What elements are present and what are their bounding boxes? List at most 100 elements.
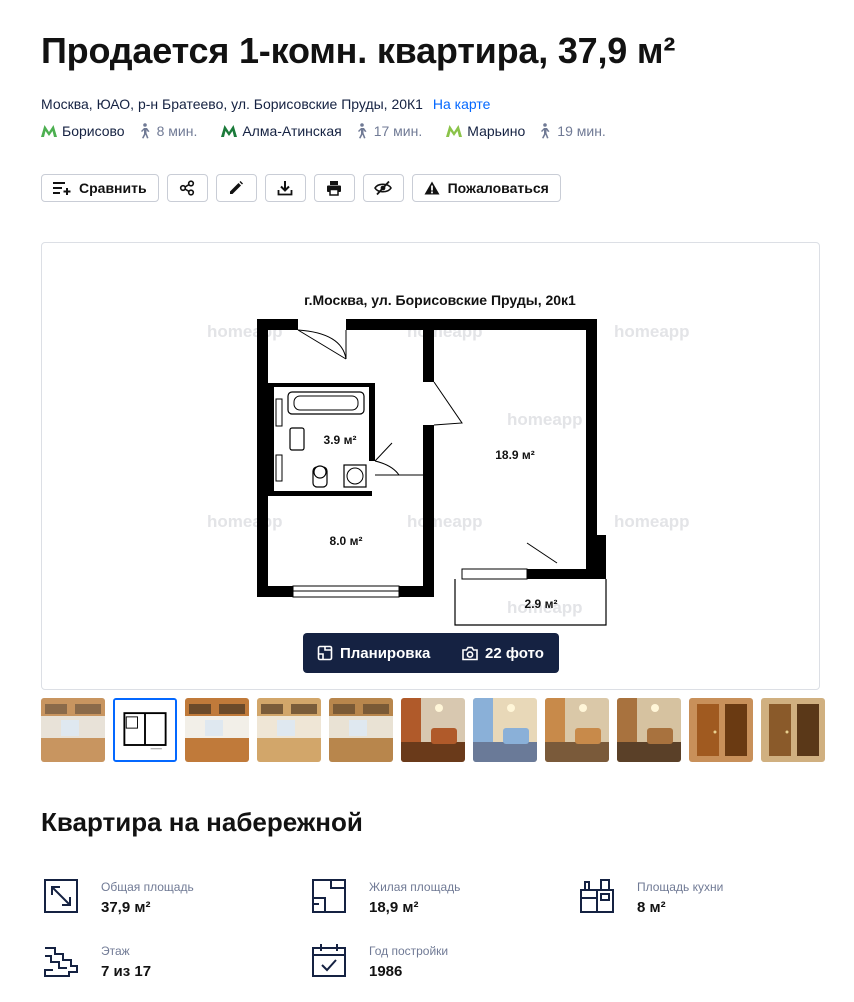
plan-tab-label: Планировка [340,644,431,662]
thumbnail-plan[interactable] [113,698,177,762]
thumbnail-image [473,698,537,762]
floor-plan-icon [317,645,333,661]
thumbnail-image [545,698,609,762]
walk-time: 19 мин. [557,123,606,139]
thumbnail-hall[interactable] [689,698,753,762]
complain-label: Пожаловаться [447,180,549,196]
compare-label: Сравнить [79,180,147,196]
fact-label: Площадь кухни [637,880,724,894]
gallery-mode-switch: Планировка 22 фото [303,633,559,673]
fact-total-area: Общая площадь 37,9 м² [41,876,194,916]
map-link[interactable]: На карте [433,96,491,112]
watermark: homeapp [407,512,483,531]
fact-value: 37,9 м² [101,899,151,916]
metro-station-maryino[interactable]: Марьино 19 мин. [446,123,606,139]
warning-icon [424,181,440,195]
hide-button[interactable] [362,174,404,202]
watermark: homeapp [207,512,283,531]
compare-button[interactable]: Сравнить [41,174,159,202]
thumbnail-hall[interactable] [761,698,825,762]
thumbnail-strip [41,698,825,762]
walk-time: 17 мин. [373,123,423,139]
print-button[interactable] [313,174,355,202]
download-icon [277,181,293,196]
metro-name: Марьино [467,123,526,139]
photos-tab-label: 22 фото [485,644,544,662]
thumbnail-image [329,698,393,762]
metro-icon [41,125,57,137]
floor-plan-image: homeapp homeapp homeapp homeapp homeapp … [207,292,690,626]
metro-list: Борисово 8 мин. Алма-Атинская 17 мин. Ма… [41,123,630,139]
room-label: 8.0 м² [330,534,363,548]
thumbnail-room[interactable] [617,698,681,762]
walk-time: 8 мин. [156,123,198,139]
walk-icon [357,123,367,139]
thumbnail-kitchen[interactable] [329,698,393,762]
edit-button[interactable] [215,174,257,202]
watermark: homeapp [614,512,690,531]
fact-label: Жилая площадь [369,880,461,894]
share-button[interactable] [166,174,208,202]
metro-station-borisovo[interactable]: Борисово 8 мин. [41,123,197,139]
camera-icon [462,646,478,660]
thumbnail-image [617,698,681,762]
fact-floor: Этаж 7 из 17 [41,940,151,980]
fact-label: Этаж [101,944,130,958]
thumbnail-kitchen[interactable] [185,698,249,762]
compare-icon [53,182,71,195]
download-button[interactable] [264,174,306,202]
thumbnail-room[interactable] [401,698,465,762]
thumbnail-image [41,698,105,762]
fact-kitchen-area: Площадь кухни 8 м² [577,876,723,916]
pencil-icon [230,181,244,194]
action-toolbar: Сравнить Пожаловаться [41,174,561,202]
fact-living-area: Жилая площадь 18,9 м² [309,876,460,916]
fact-value: 7 из 17 [101,963,152,980]
address-text: Москва, ЮАО, р-н Братеево, ул. Борисовск… [41,96,423,112]
photo-gallery[interactable]: homeapp homeapp homeapp homeapp homeapp … [41,242,820,690]
address: Москва, ЮАО, р-н Братеево, ул. Борисовск… [41,96,490,112]
printer-icon [327,181,342,196]
metro-station-alma-atinskaya[interactable]: Алма-Атинская 17 мин. [221,123,422,139]
fact-value: 8 м² [637,899,666,916]
thumbnail-kitchen[interactable] [257,698,321,762]
thumbnail-room[interactable] [473,698,537,762]
walk-icon [541,123,550,139]
metro-name: Борисово [62,123,125,139]
complain-button[interactable]: Пожаловаться [411,174,561,202]
photos-tab[interactable]: 22 фото [448,633,544,673]
living-area-icon [312,879,346,913]
room-label: 18.9 м² [495,448,535,462]
thumbnail-image [761,698,825,762]
plan-caption: г.Москва, ул. Борисовские Пруды, 20к1 [304,292,576,308]
kitchen-icon [580,879,614,913]
metro-icon [446,125,463,137]
fact-label: Общая площадь [101,880,194,894]
fact-value: 1986 [369,963,403,980]
thumbnail-image [257,698,321,762]
thumbnail-room[interactable] [545,698,609,762]
area-arrows-icon [44,879,78,913]
thumbnail-kitchen[interactable] [41,698,105,762]
room-label: 2.9 м² [525,597,558,611]
thumbnail-image [115,700,175,760]
watermark: homeapp [614,322,690,341]
calendar-icon [312,944,346,977]
fact-label: Год постройки [369,944,449,958]
fact-value: 18,9 м² [369,899,419,916]
walk-icon [140,123,150,139]
page-title: Продается 1-комн. квартира, 37,9 м² [41,30,676,71]
fact-year: Год постройки 1986 [309,940,448,980]
watermark: homeapp [507,410,583,429]
section-title: Квартира на набережной [41,807,363,837]
share-icon [179,180,195,196]
metro-icon [221,125,238,137]
thumbnail-image [401,698,465,762]
metro-name: Алма-Атинская [242,123,342,139]
room-label: 3.9 м² [324,433,357,447]
thumbnail-image [689,698,753,762]
eye-off-icon [374,180,393,196]
thumbnail-image [185,698,249,762]
plan-tab[interactable]: Планировка [303,633,448,673]
stairs-icon [44,947,78,977]
